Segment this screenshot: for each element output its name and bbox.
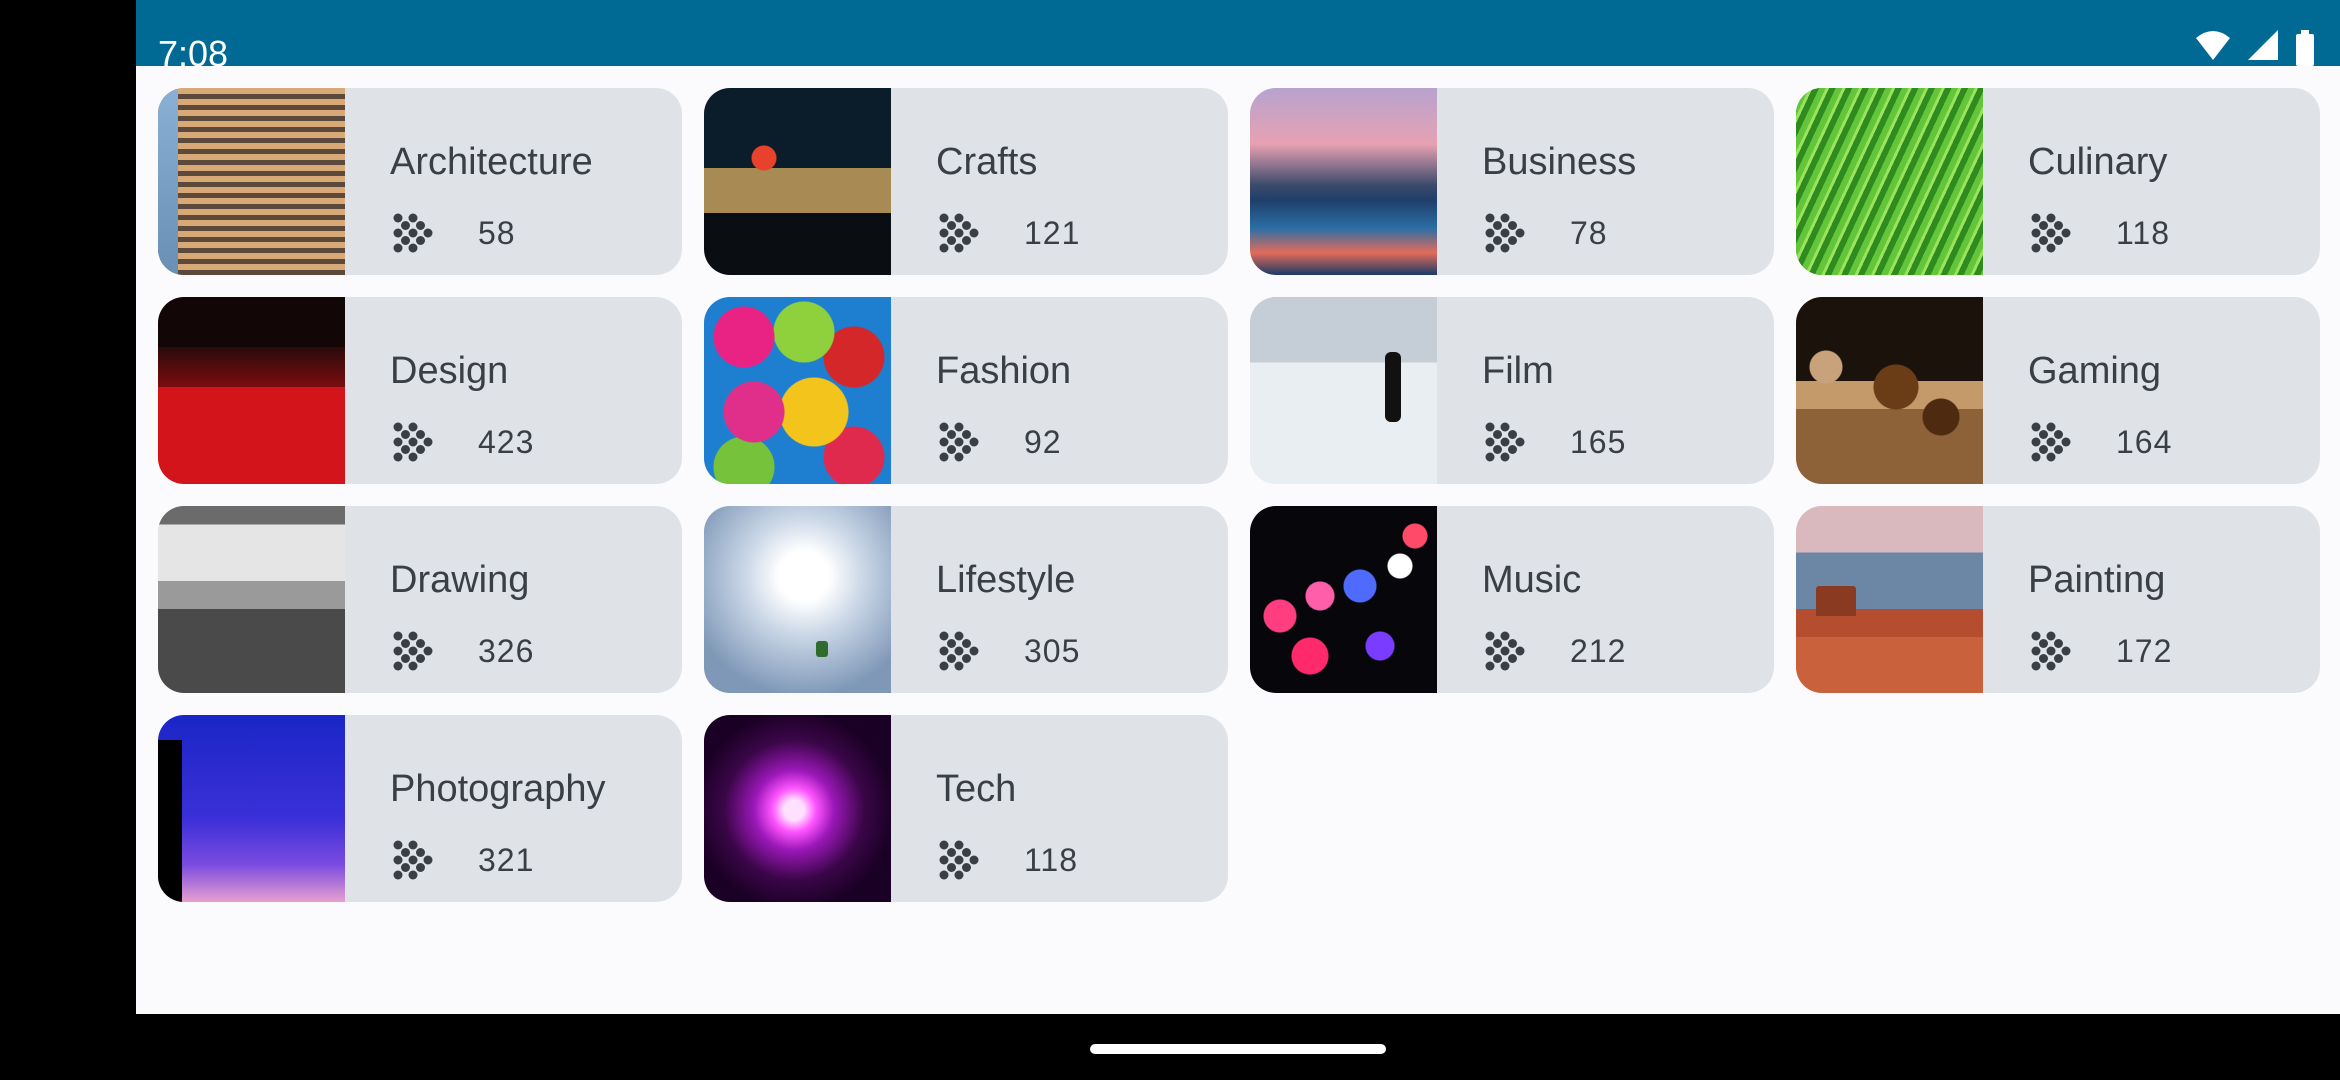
topic-count: 165 — [1570, 424, 1627, 460]
topics-screen: Architecture 58 Crafts 121 Business 78 C… — [136, 66, 2340, 1014]
topic-count: 92 — [1024, 424, 1062, 460]
drawing-photo — [158, 506, 345, 693]
topic-card-culinary[interactable]: Culinary 118 — [1796, 88, 2320, 275]
course-dots-icon — [1485, 631, 1525, 671]
topic-count-row: 326 — [390, 628, 534, 674]
business-photo — [1250, 88, 1437, 275]
gaming-photo — [1796, 297, 1983, 484]
topic-count: 172 — [2116, 633, 2173, 669]
topic-name: Fashion — [936, 350, 1072, 392]
status-bar: 7:08 — [136, 0, 2340, 66]
topic-count: 305 — [1024, 633, 1081, 669]
course-dots-icon — [1485, 213, 1525, 253]
topic-count: 321 — [478, 842, 535, 878]
tech-photo — [704, 715, 891, 902]
fashion-photo — [704, 297, 891, 484]
home-gesture-handle[interactable] — [1090, 1044, 1386, 1054]
topic-count-row: 118 — [936, 837, 1078, 883]
painting-photo — [1796, 506, 1983, 693]
topic-count: 212 — [1570, 633, 1627, 669]
architecture-photo — [158, 88, 345, 275]
course-dots-icon — [939, 422, 979, 462]
music-photo — [1250, 506, 1437, 693]
battery-icon — [2296, 30, 2314, 66]
navigation-bar — [0, 1014, 2340, 1080]
topic-count: 118 — [2116, 215, 2171, 251]
topic-name: Design — [390, 350, 509, 392]
wifi-icon — [2196, 30, 2230, 65]
topic-name: Architecture — [390, 141, 593, 183]
topic-card-photography[interactable]: Photography 321 — [158, 715, 682, 902]
topic-count: 423 — [478, 424, 535, 460]
topic-card-gaming[interactable]: Gaming 164 — [1796, 297, 2320, 484]
topic-card-crafts[interactable]: Crafts 121 — [704, 88, 1228, 275]
culinary-photo — [1796, 88, 1983, 275]
course-dots-icon — [393, 213, 433, 253]
topic-name: Gaming — [2028, 350, 2162, 392]
topic-count-row: 212 — [1482, 628, 1626, 674]
cellular-signal-icon — [2248, 30, 2278, 65]
course-dots-icon — [393, 422, 433, 462]
display-cutout — [0, 0, 136, 1080]
topic-count: 78 — [1570, 215, 1608, 251]
topic-count-row: 423 — [390, 419, 534, 465]
course-dots-icon — [1485, 422, 1525, 462]
topic-count-row: 164 — [2028, 419, 2172, 465]
topic-card-tech[interactable]: Tech 118 — [704, 715, 1228, 902]
status-icons — [2196, 30, 2314, 66]
topic-count-row: 321 — [390, 837, 534, 883]
photography-photo — [158, 715, 345, 902]
topic-name: Business — [1482, 141, 1637, 183]
topic-count-row: 78 — [1482, 210, 1608, 256]
topic-count-row: 172 — [2028, 628, 2172, 674]
course-dots-icon — [2031, 631, 2071, 671]
lifestyle-photo — [704, 506, 891, 693]
course-dots-icon — [939, 213, 979, 253]
topic-card-fashion[interactable]: Fashion 92 — [704, 297, 1228, 484]
topics-grid: Architecture 58 Crafts 121 Business 78 C… — [158, 88, 2320, 902]
topic-count-row: 305 — [936, 628, 1080, 674]
topic-card-lifestyle[interactable]: Lifestyle 305 — [704, 506, 1228, 693]
topic-card-film[interactable]: Film 165 — [1250, 297, 1774, 484]
topic-name: Painting — [2028, 559, 2166, 601]
topic-name: Film — [1482, 350, 1554, 392]
topic-count: 164 — [2116, 424, 2173, 460]
film-photo — [1250, 297, 1437, 484]
topic-card-business[interactable]: Business 78 — [1250, 88, 1774, 275]
course-dots-icon — [939, 631, 979, 671]
course-dots-icon — [393, 840, 433, 880]
course-dots-icon — [393, 631, 433, 671]
topic-card-music[interactable]: Music 212 — [1250, 506, 1774, 693]
topic-card-painting[interactable]: Painting 172 — [1796, 506, 2320, 693]
course-dots-icon — [939, 840, 979, 880]
topic-name: Tech — [936, 768, 1017, 810]
topic-card-architecture[interactable]: Architecture 58 — [158, 88, 682, 275]
design-photo — [158, 297, 345, 484]
topic-name: Music — [1482, 559, 1582, 601]
topic-name: Culinary — [2028, 141, 2168, 183]
topic-card-drawing[interactable]: Drawing 326 — [158, 506, 682, 693]
status-time: 7:08 — [158, 33, 229, 67]
topic-count: 326 — [478, 633, 535, 669]
topic-name: Crafts — [936, 141, 1038, 183]
topic-count: 118 — [1024, 842, 1079, 878]
topic-count-row: 58 — [390, 210, 516, 256]
topic-count-row: 165 — [1482, 419, 1626, 465]
topic-name: Drawing — [390, 559, 530, 601]
topic-count: 121 — [1024, 215, 1081, 251]
topic-name: Lifestyle — [936, 559, 1076, 601]
crafts-photo — [704, 88, 891, 275]
topic-count-row: 92 — [936, 419, 1062, 465]
topic-count: 58 — [478, 215, 516, 251]
topic-count-row: 121 — [936, 210, 1080, 256]
course-dots-icon — [2031, 213, 2071, 253]
course-dots-icon — [2031, 422, 2071, 462]
topic-card-design[interactable]: Design 423 — [158, 297, 682, 484]
topic-count-row: 118 — [2028, 210, 2170, 256]
topic-name: Photography — [390, 768, 606, 810]
